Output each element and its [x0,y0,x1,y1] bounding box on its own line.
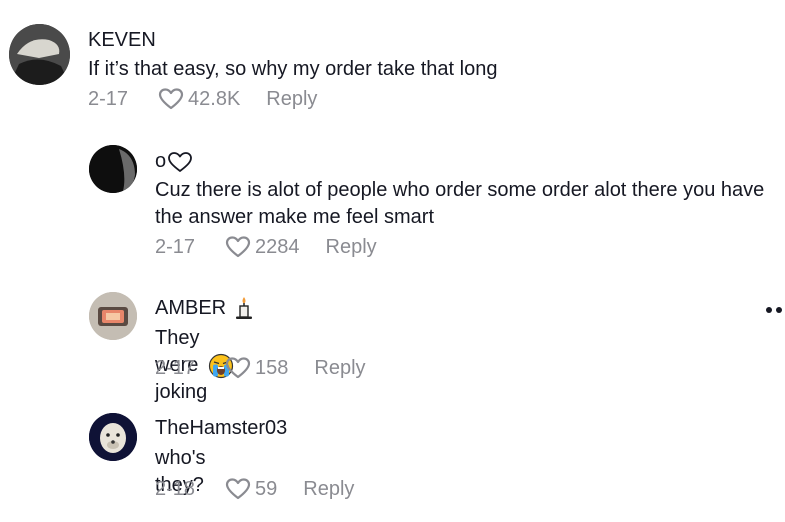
comment-date: 2-17 [155,356,196,379]
like-count: 59 [255,477,278,500]
username[interactable]: AMBER [155,296,254,320]
candle-emoji-icon [234,296,254,320]
like-count: 158 [255,356,289,379]
reply-button[interactable]: Reply [314,357,365,380]
avatar[interactable] [89,292,137,340]
username[interactable]: TheHamster03 [155,417,287,440]
more-options-button[interactable] [762,303,785,317]
username-text: o [155,150,167,172]
comment-date: 2-17 [88,87,129,110]
heart-icon[interactable] [225,356,251,380]
reply-button[interactable]: Reply [326,236,377,259]
avatar[interactable] [89,145,137,193]
comment-text: If it’s that easy, so why my order take … [88,58,498,80]
dot-icon [766,307,772,313]
avatar[interactable] [89,413,137,461]
avatar[interactable] [9,24,70,85]
heart-icon[interactable] [225,235,251,259]
comment-text: Cuz there is alot of people who order so… [155,179,765,228]
comment-date: 2-17 [155,235,196,258]
heart-icon [167,151,193,173]
reply-button[interactable]: Reply [303,478,354,501]
like-count: 42.8K [188,87,241,110]
reply-button[interactable]: Reply [266,88,317,111]
heart-icon[interactable] [158,87,184,111]
comment-date: 2-18 [155,477,196,500]
comment-meta: 2-17 158 Reply [155,356,366,380]
username[interactable]: o [155,150,193,173]
dot-icon [776,307,782,313]
heart-icon[interactable] [225,477,251,501]
comment-meta: 2-18 59 Reply [155,477,354,501]
username[interactable]: KEVEN [88,29,156,52]
comment-meta: 2-17 42.8K Reply [88,87,317,111]
comment-meta: 2-17 2284 Reply [155,235,377,259]
username-text: AMBER [155,296,227,319]
like-count: 2284 [255,235,300,258]
